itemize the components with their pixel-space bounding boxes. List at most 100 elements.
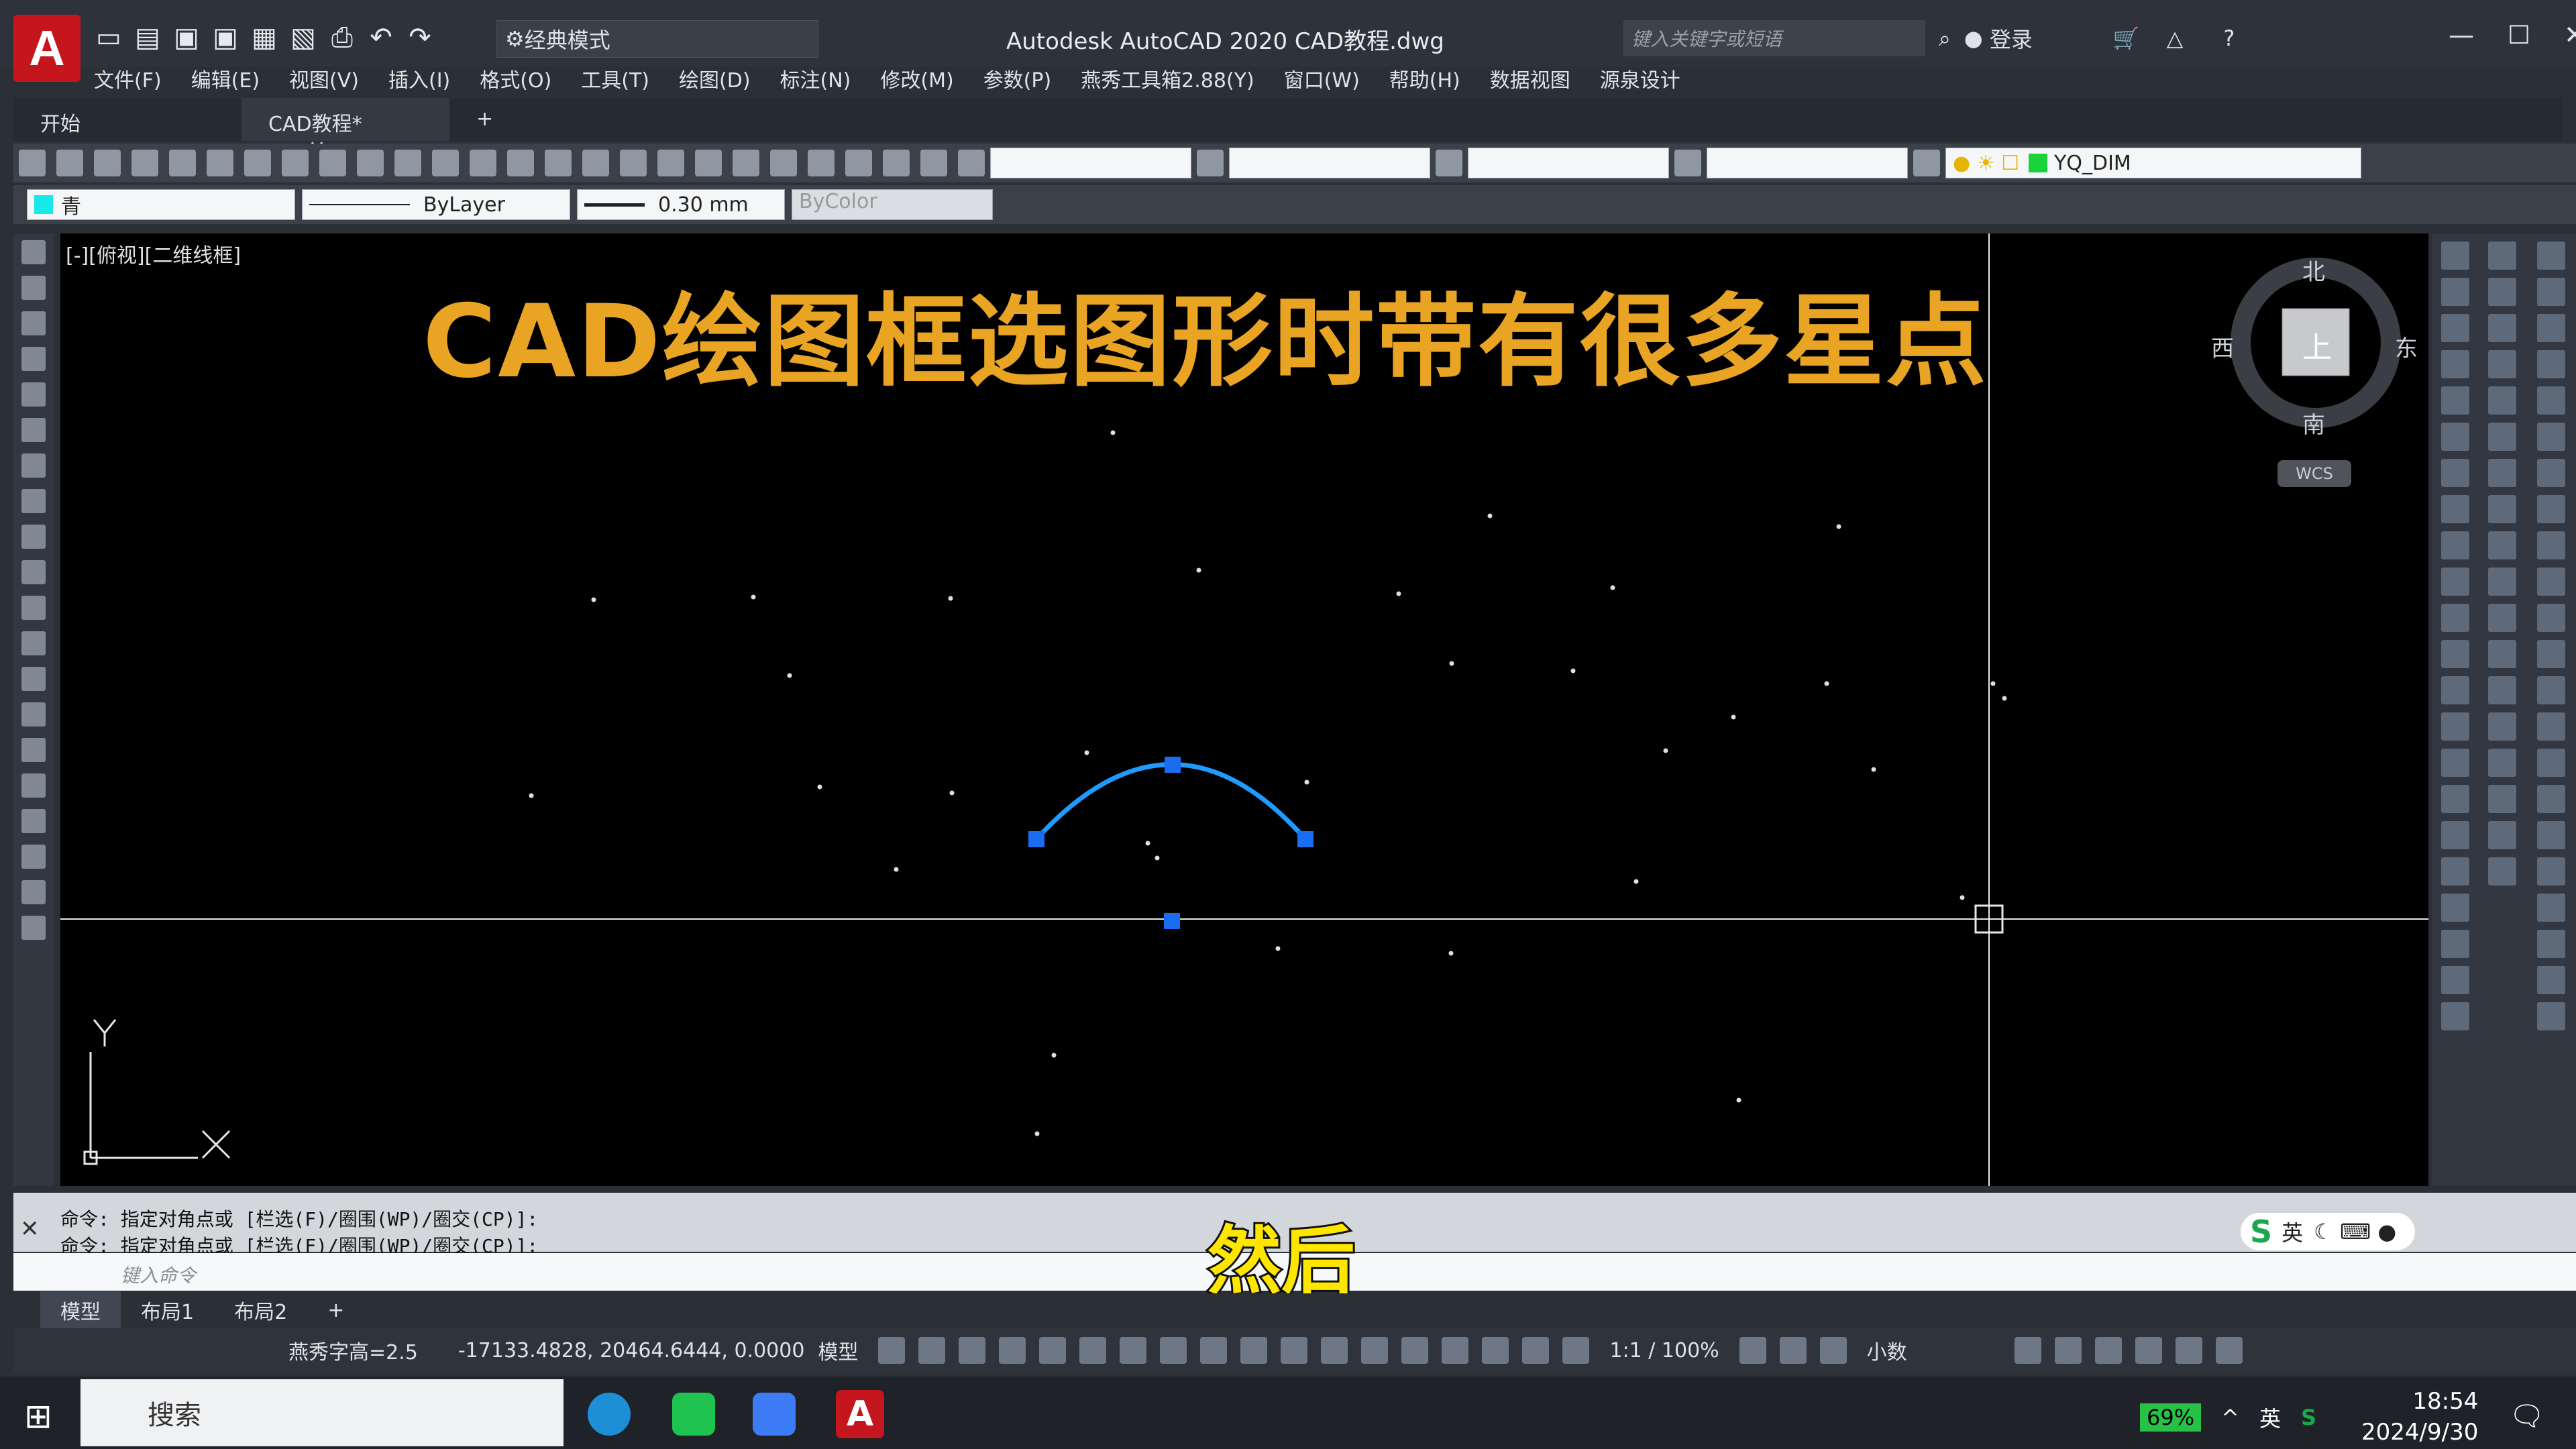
scale-icon[interactable] [2488,495,2516,523]
tool-icon[interactable] [2441,857,2469,885]
viewcube-north[interactable]: 北 [2302,254,2325,286]
menu-dimension[interactable]: 标注(N) [780,64,851,93]
command-close-icon[interactable]: ✕ [20,1216,40,1242]
3d-osnap-icon[interactable] [1361,1337,1389,1364]
color-select[interactable]: 青 [27,189,295,220]
zoom-realtime-icon[interactable] [582,150,609,176]
explode-icon[interactable] [2488,857,2516,885]
help-icon[interactable] [920,150,947,176]
auto-scale-icon[interactable] [1562,1337,1590,1364]
properties-icon[interactable] [695,150,722,176]
insert-block-icon[interactable] [21,631,46,655]
region-icon[interactable] [21,809,46,833]
tool-icon[interactable] [2536,423,2565,451]
tool-icon[interactable] [2441,966,2469,994]
dim-style-select[interactable] [1229,148,1430,178]
clock[interactable]: 18:54 2024/9/30 [2361,1386,2478,1448]
markup-icon[interactable] [845,150,872,176]
help-search-input[interactable]: 键入关键字或短语 [1623,20,1925,56]
application-menu-button[interactable]: A [13,15,80,82]
tool-icon[interactable] [2536,712,2565,741]
join-icon[interactable] [2488,712,2516,741]
tool-icon[interactable] [2441,459,2469,487]
publish-icon[interactable]: ▦ [250,23,279,52]
paste-icon[interactable] [357,150,384,176]
design-center-icon[interactable] [733,150,759,176]
edge-icon[interactable] [588,1393,631,1436]
print-icon[interactable]: ⎙ [327,23,357,52]
viewcube-west[interactable]: 西 [2211,330,2234,363]
taskbar-search[interactable]: 搜索 [80,1379,564,1446]
menu-window[interactable]: 窗口(W) [1284,64,1360,93]
redo-icon[interactable]: ↷ [405,23,435,52]
polar-icon[interactable] [1079,1337,1107,1364]
tool-icon[interactable] [2441,604,2469,632]
tool-icon[interactable] [2536,785,2565,813]
tool-icon[interactable] [2536,241,2565,270]
lineweight-select[interactable]: 0.30 mm [577,189,785,220]
menu-insert[interactable]: 插入(I) [388,64,450,93]
calculator-icon[interactable] [883,150,910,176]
menu-dataview[interactable]: 数据视图 [1490,64,1570,93]
tool-icon[interactable] [2536,676,2565,704]
tool-icon[interactable] [2441,640,2469,668]
annotation-visibility-icon[interactable] [1522,1337,1550,1364]
tool-icon[interactable] [2536,278,2565,306]
tool-icon[interactable] [2536,495,2565,523]
menu-file[interactable]: 文件(F) [94,64,162,93]
tool-icon[interactable] [2536,640,2565,668]
model-space-toggle[interactable]: 模型 [818,1336,858,1365]
tool-icon[interactable] [2441,676,2469,704]
save-icon[interactable] [94,150,121,176]
array-icon[interactable] [2488,386,2516,415]
annotation-scale[interactable]: 1:1 / 100% [1609,1339,1719,1362]
tool-icon[interactable] [2536,749,2565,777]
tool-icon[interactable] [2441,568,2469,596]
tray-chevron-icon[interactable]: ^ [2221,1405,2239,1430]
add-layout-button[interactable]: + [307,1295,364,1326]
tool-icon[interactable] [2536,930,2565,958]
offset-icon[interactable] [2488,350,2516,378]
menu-modify[interactable]: 修改(M) [880,64,953,93]
polygon-icon[interactable] [21,347,46,371]
login-link[interactable]: 登录 [1990,23,2033,54]
hardware-acceleration-icon[interactable] [2135,1337,2162,1364]
grid-icon[interactable] [878,1337,906,1364]
line-icon[interactable] [21,240,46,264]
zoom-window-icon[interactable] [620,150,647,176]
tool-icon[interactable] [2536,966,2565,994]
quick-properties-icon[interactable] [2014,1337,2041,1364]
open-file-icon[interactable]: ▤ [133,23,162,52]
circle-icon[interactable] [21,453,46,478]
trim-icon[interactable] [2488,568,2516,596]
extend-icon[interactable] [2488,604,2516,632]
save-as-icon[interactable]: ▣ [211,23,240,52]
add-selected-icon[interactable] [21,916,46,940]
viewcube-south[interactable]: 南 [2302,407,2325,439]
ortho-icon[interactable] [1039,1337,1067,1364]
tool-icon[interactable] [2441,314,2469,342]
rectangle-icon[interactable] [21,382,46,407]
tool-icon[interactable] [2536,894,2565,922]
tab-model[interactable]: 模型 [40,1291,121,1329]
construction-line-icon[interactable] [21,276,46,300]
open-icon[interactable] [56,150,83,176]
break-at-point-icon[interactable] [2488,640,2516,668]
menu-edit[interactable]: 编辑(E) [191,64,260,93]
arc-icon[interactable] [21,418,46,442]
tab-layout1[interactable]: 布局1 [121,1291,214,1329]
polyline-icon[interactable] [21,311,46,335]
menu-help[interactable]: 帮助(H) [1389,64,1460,93]
export-icon[interactable]: ▧ [288,23,318,52]
plot-icon[interactable] [131,150,158,176]
sogou-tray-icon[interactable]: S [2301,1405,2316,1430]
viewcube-east[interactable]: 东 [2395,330,2418,363]
drawing-canvas[interactable]: [-][俯视][二维线框] CAD绘图框选图形时带有很多星点 北 南 西 东 上… [60,233,2428,1186]
spline-icon[interactable] [21,525,46,549]
minimize-icon[interactable]: — [2449,20,2474,50]
menu-format[interactable]: 格式(O) [480,64,551,93]
infer-constraints-icon[interactable] [959,1337,986,1364]
units-icon[interactable] [1819,1337,1847,1364]
gizmo-icon[interactable] [1482,1337,1509,1364]
point-icon[interactable] [21,702,46,727]
